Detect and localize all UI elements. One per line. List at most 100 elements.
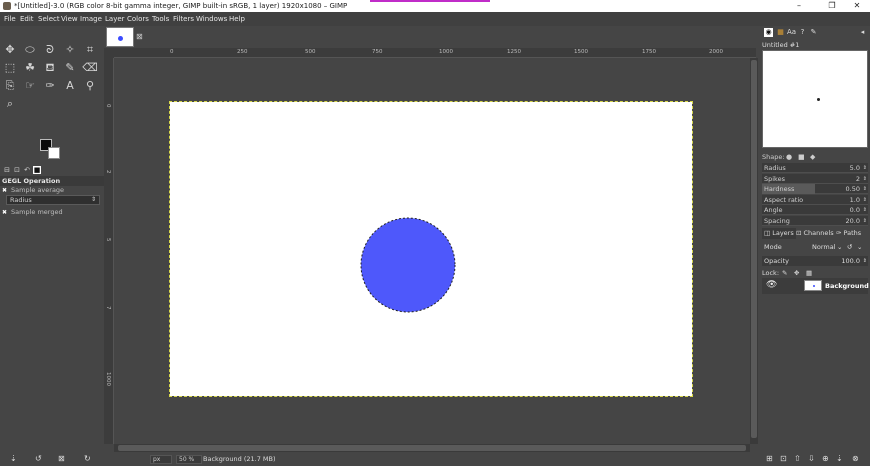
menu-help[interactable]: Help <box>229 12 245 26</box>
image-canvas[interactable] <box>169 101 693 397</box>
brushes-tab-icon[interactable]: ◉ <box>764 28 773 37</box>
visibility-eye-icon[interactable]: 👁 <box>766 280 777 290</box>
zoom-icon[interactable]: ⌕ <box>2 96 18 112</box>
lock-alpha-icon[interactable]: ▦ <box>806 268 812 278</box>
diamond-shape-icon[interactable]: ◆ <box>810 152 815 162</box>
minimize-button[interactable]: – <box>785 0 813 12</box>
slider-spikes[interactable]: Spikes 2 ⇕ <box>762 173 868 184</box>
slider-angle[interactable]: Angle 0.0 ⇕ <box>762 205 868 215</box>
ellipse-select-icon[interactable]: ⬭ <box>22 42 38 58</box>
delete-layer-icon[interactable]: ⊗ <box>852 454 859 463</box>
mode-select[interactable]: Normal <box>812 242 836 253</box>
tab-paths[interactable]: ✑ Paths <box>834 228 863 239</box>
sample-average-option[interactable]: ✖ Sample average <box>2 185 100 195</box>
background-color-swatch[interactable] <box>48 147 60 159</box>
spin-arrows-icon[interactable]: ⇕ <box>91 196 96 204</box>
spin-arrows-icon[interactable]: ⇕ <box>863 163 867 173</box>
reset-options-icon[interactable]: ↻ <box>84 454 91 463</box>
duplicate-layer-icon[interactable]: ⊕ <box>822 454 829 463</box>
spin-arrows-icon[interactable]: ⇕ <box>863 174 867 184</box>
checkbox-icon[interactable]: ✖ <box>2 188 8 194</box>
spin-arrows-icon[interactable]: ⇕ <box>863 195 867 205</box>
menu-image[interactable]: Image <box>80 12 102 26</box>
fuzzy-select-icon[interactable]: ✧ <box>62 42 78 58</box>
tool-options-tab-icon[interactable]: ⊟ <box>3 166 11 174</box>
transform-icon[interactable]: ⬚ <box>2 60 18 76</box>
radius-select[interactable]: Radius ⇕ <box>6 195 100 205</box>
menu-layer[interactable]: Layer <box>105 12 125 26</box>
lock-pixels-icon[interactable]: ✎ <box>782 268 787 278</box>
slider-radius[interactable]: Radius 5.0 ⇕ <box>762 163 868 173</box>
square-shape-icon[interactable]: ■ <box>798 152 805 162</box>
images-tab-icon[interactable]: ■ <box>33 166 41 174</box>
bucket-fill-icon[interactable]: ⛾ <box>42 60 58 76</box>
circle-shape-icon[interactable]: ● <box>786 152 792 162</box>
unit-select[interactable]: px <box>150 455 172 464</box>
vertical-ruler[interactable]: 0 2 5 7 1000 <box>104 58 114 444</box>
brush-editor-tab-icon[interactable]: ✎ <box>809 28 818 37</box>
layer-row-background[interactable]: 👁 Background <box>762 278 869 294</box>
lower-layer-icon[interactable]: ⇩ <box>808 454 815 463</box>
canvas-view[interactable] <box>114 58 750 444</box>
color-picker-icon[interactable]: ⚲ <box>82 78 98 94</box>
mode-reset-icon[interactable]: ↺ <box>847 242 852 253</box>
image-tab-close-icon[interactable]: ⊠ <box>136 32 143 41</box>
new-layer-group-icon[interactable]: ⊞ <box>766 454 773 463</box>
raise-layer-icon[interactable]: ⇧ <box>794 454 801 463</box>
lasso-select-icon[interactable]: ᘐ <box>42 42 58 58</box>
image-tab[interactable] <box>106 27 134 47</box>
spin-arrows-icon[interactable]: ⇕ <box>863 184 867 194</box>
dock-menu-icon[interactable]: ◂ <box>858 28 867 37</box>
vertical-scroll-thumb[interactable] <box>751 60 757 438</box>
spin-arrows-icon[interactable]: ⇕ <box>863 256 867 266</box>
menu-filters[interactable]: Filters <box>173 12 194 26</box>
save-options-icon[interactable]: ⇣ <box>10 454 17 463</box>
opacity-slider[interactable]: Opacity 100.0 ⇕ <box>762 256 868 266</box>
warp-icon[interactable]: ☘ <box>22 60 38 76</box>
paths-icon[interactable]: ✑ <box>42 78 58 94</box>
eraser-icon[interactable]: ⌫ <box>82 60 98 76</box>
blue-circle-selection[interactable] <box>359 216 457 314</box>
smudge-icon[interactable]: ☞ <box>22 78 38 94</box>
horizontal-scroll-thumb[interactable] <box>118 445 746 451</box>
paintbrush-icon[interactable]: ✎ <box>62 60 78 76</box>
zoom-select[interactable]: 50 % <box>176 455 202 464</box>
restore-options-icon[interactable]: ↺ <box>35 454 42 463</box>
tab-layers[interactable]: ◫ Layers <box>762 228 796 239</box>
horizontal-scrollbar[interactable] <box>114 444 750 452</box>
new-layer-icon[interactable]: ⊡ <box>780 454 787 463</box>
device-status-tab-icon[interactable]: ⊡ <box>13 166 21 174</box>
maximize-button[interactable]: ❐ <box>818 0 846 12</box>
move-tool-icon[interactable]: ✥ <box>2 42 18 58</box>
horizontal-ruler[interactable]: 0 250 500 750 1000 1250 1500 1750 2000 <box>114 48 756 58</box>
text-tool-icon[interactable]: A <box>62 78 78 94</box>
delete-options-icon[interactable]: ⊠ <box>58 454 65 463</box>
anchor-layer-icon[interactable]: ⇣ <box>836 454 843 463</box>
menu-tools[interactable]: Tools <box>152 12 169 26</box>
patterns-tab-icon[interactable]: ▦ <box>776 28 785 37</box>
lock-position-icon[interactable]: ✥ <box>794 268 799 278</box>
tab-channels[interactable]: ⊡ Channels <box>794 228 836 239</box>
close-window-button[interactable]: ✕ <box>843 0 870 12</box>
slider-spacing[interactable]: Spacing 20.0 ⇕ <box>762 215 868 226</box>
help-tab-icon[interactable]: ? <box>798 28 807 37</box>
spin-arrows-icon[interactable]: ⇕ <box>863 216 867 226</box>
checkbox-icon[interactable]: ✖ <box>2 210 8 216</box>
vertical-scrollbar[interactable] <box>750 58 758 444</box>
slider-hardness[interactable]: Hardness 0.50 ⇕ <box>762 184 868 194</box>
menu-select[interactable]: Select <box>38 12 60 26</box>
slider-aspect-ratio[interactable]: Aspect ratio 1.0 ⇕ <box>762 194 868 205</box>
crop-icon[interactable]: ⌗ <box>82 42 98 58</box>
ruler-corner[interactable] <box>104 48 114 58</box>
menu-colors[interactable]: Colors <box>127 12 149 26</box>
clone-icon[interactable]: ⎘ <box>2 78 18 94</box>
menu-view[interactable]: View <box>61 12 78 26</box>
spin-arrows-icon[interactable]: ⇕ <box>863 205 867 215</box>
menu-windows[interactable]: Windows <box>196 12 227 26</box>
mode-switch-icon[interactable]: ⌄ <box>857 242 862 253</box>
menu-edit[interactable]: Edit <box>20 12 34 26</box>
mode-dropdown-icon[interactable]: ⌄ <box>837 242 842 253</box>
sample-merged-option[interactable]: ✖ Sample merged <box>2 207 100 217</box>
undo-history-tab-icon[interactable]: ↶ <box>23 166 31 174</box>
menu-file[interactable]: File <box>4 12 16 26</box>
